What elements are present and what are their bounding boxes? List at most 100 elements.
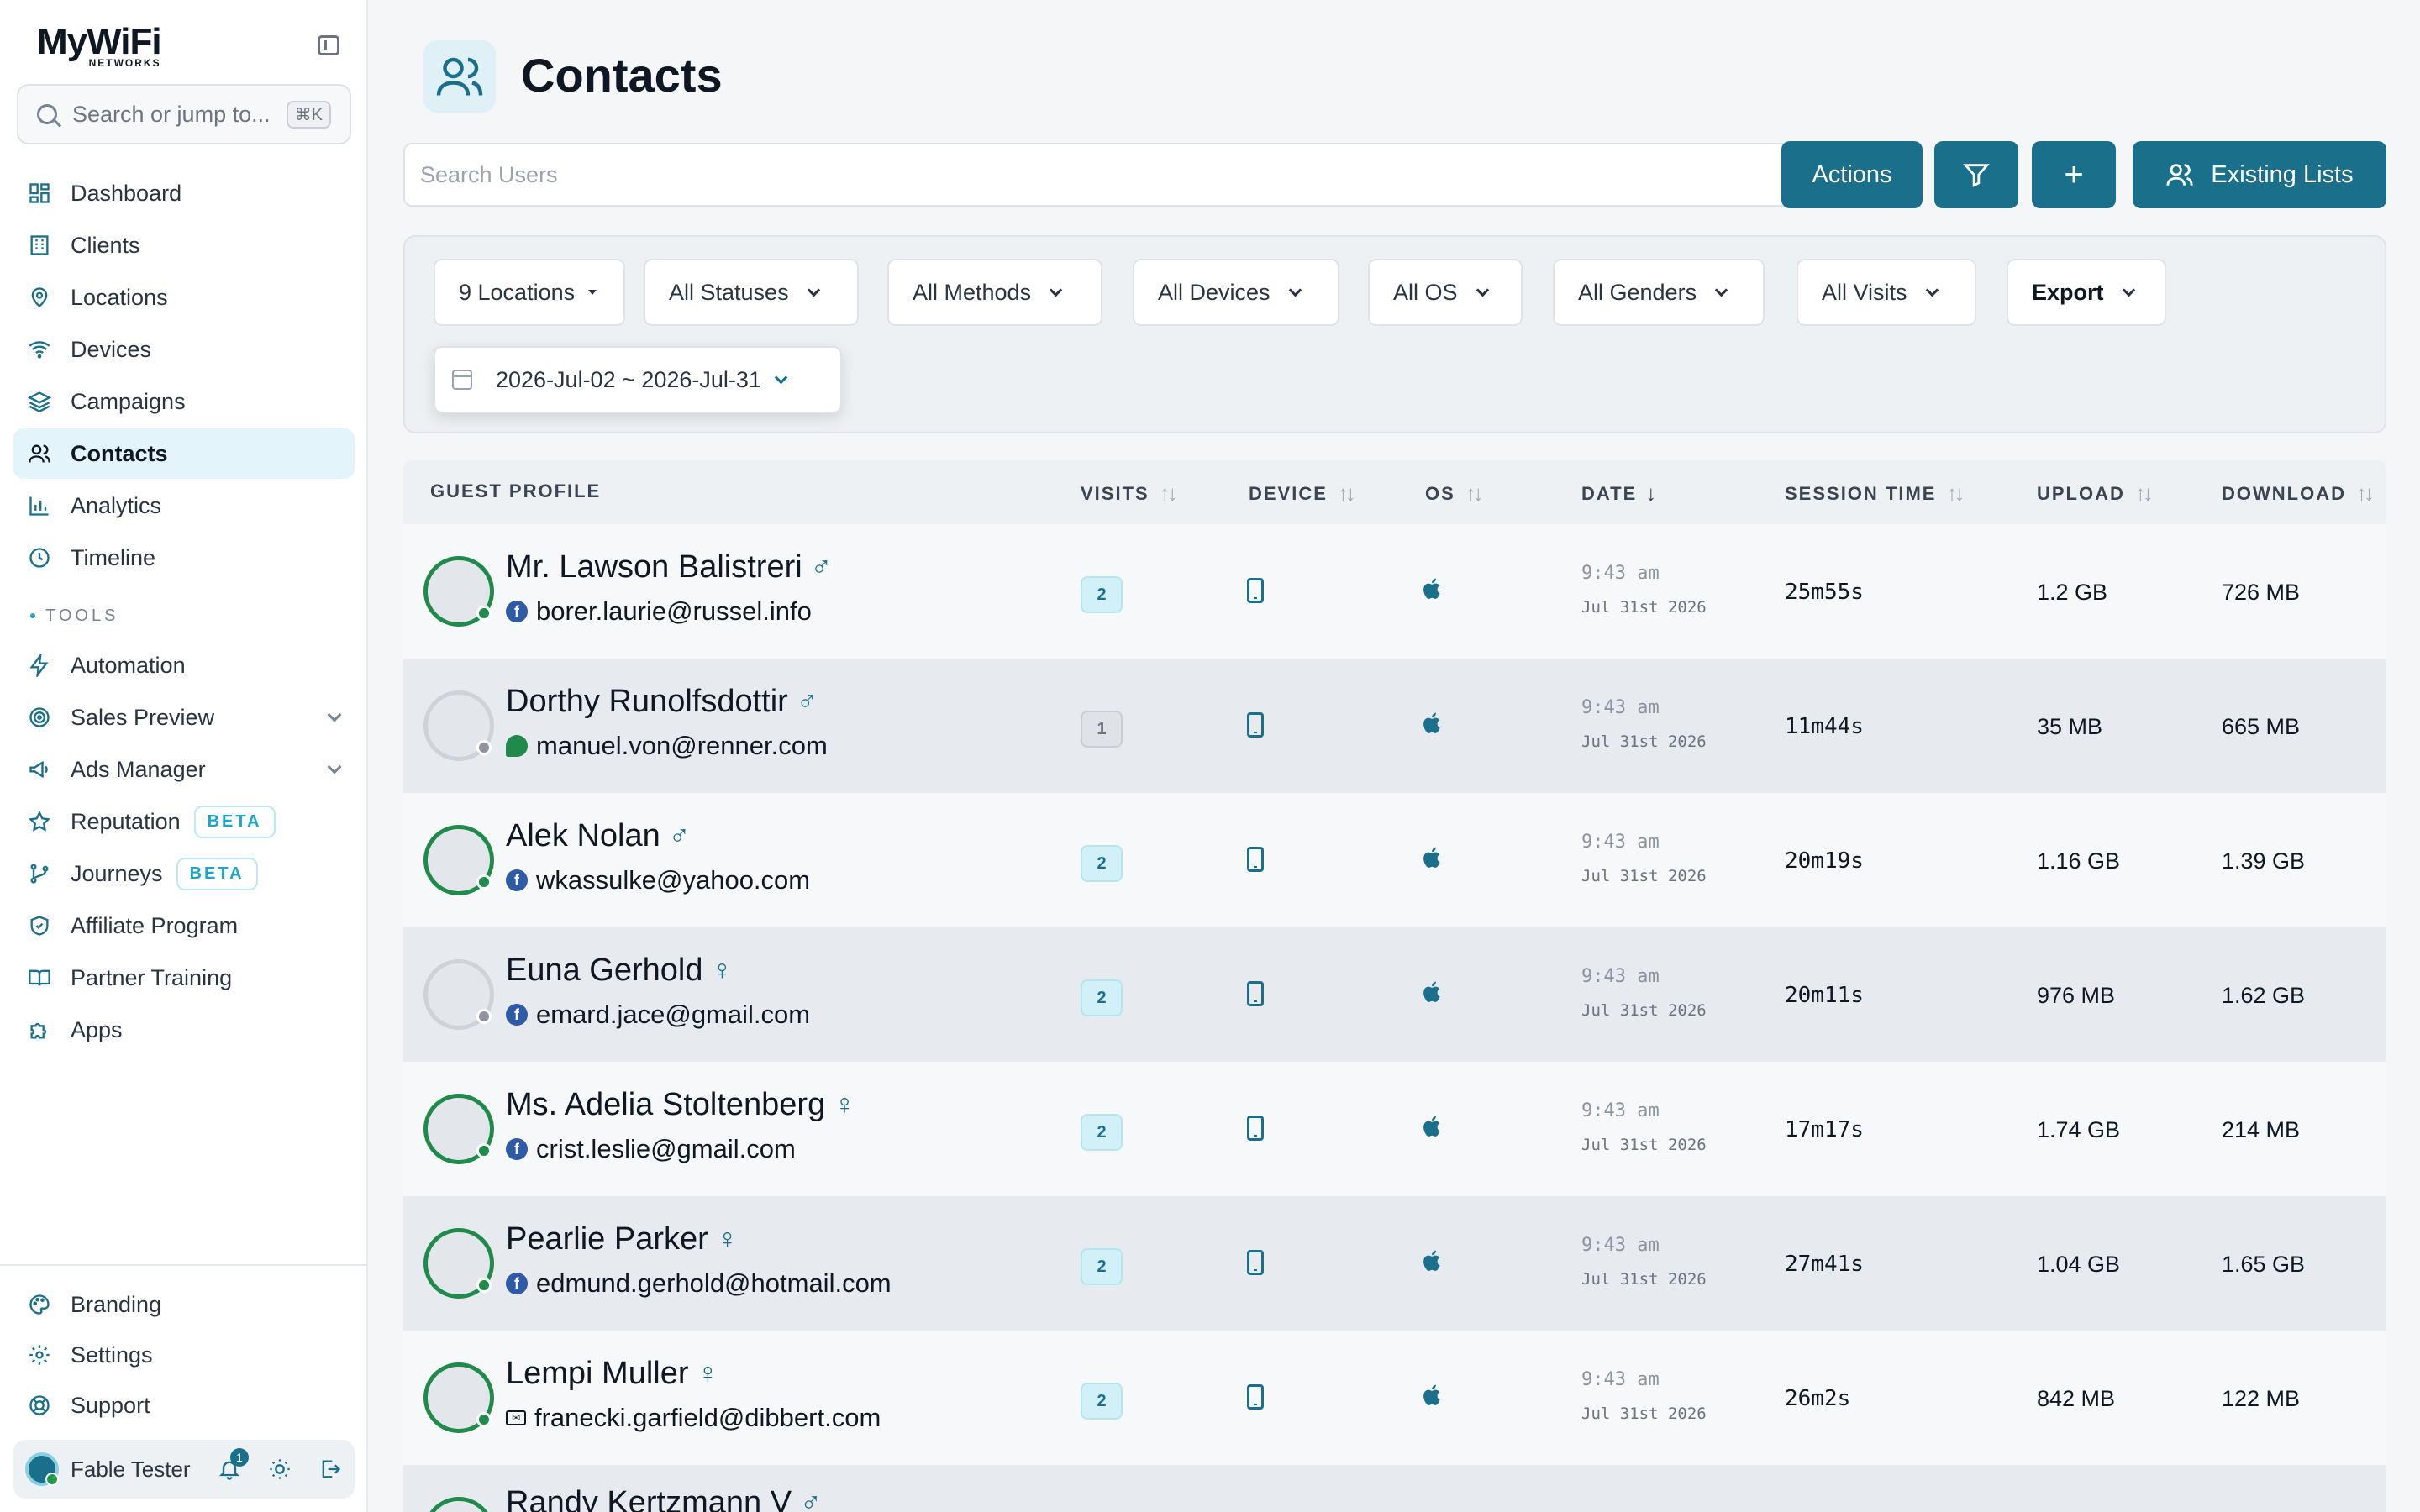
sidebar-item-contacts[interactable]: Contacts: [13, 428, 355, 479]
guest-name-text: Euna Gerhold: [506, 953, 703, 988]
guest-name[interactable]: Mr. Lawson Balistreri ♂: [506, 549, 832, 585]
guest-name[interactable]: Dorthy Runolfsdottir ♂: [506, 684, 818, 720]
sidebar-item-automation[interactable]: Automation: [13, 640, 355, 690]
sidebar-item-support[interactable]: Support: [13, 1381, 355, 1430]
chevron-down-icon[interactable]: [327, 707, 342, 722]
sidebar-item-label: Affiliate Program: [71, 912, 239, 938]
search-input[interactable]: [420, 161, 1833, 188]
table-row[interactable]: Mr. Lawson Balistreri ♂ f borer.laurie@rus…: [403, 524, 2386, 659]
statuses-select[interactable]: All Statuses: [644, 259, 859, 326]
visits-select[interactable]: All Visits: [1797, 259, 1976, 326]
sidebar-item-analytics[interactable]: Analytics: [13, 480, 355, 531]
table-row[interactable]: Randy Kertzmann V ♂: [403, 1465, 2386, 1512]
sun-icon[interactable]: [267, 1457, 292, 1482]
col-visits[interactable]: VISITS ↑↓: [1081, 480, 1178, 507]
export-select[interactable]: Export: [2007, 259, 2166, 326]
sort-icon[interactable]: ↑↓: [1465, 480, 1484, 507]
table-row[interactable]: Pearlie Parker ♀ f edmund.gerhold@hotmail.…: [403, 1196, 2386, 1331]
date-range-picker[interactable]: 2026-Jul-02 ~ 2026-Jul-31: [434, 346, 842, 413]
os-select[interactable]: All OS: [1368, 259, 1523, 326]
guest-name[interactable]: Lempi Muller ♀: [506, 1356, 718, 1392]
guest-name[interactable]: Randy Kertzmann V ♂: [506, 1485, 822, 1512]
upload-value: 842 MB: [2037, 1386, 2116, 1411]
bottom-nav: Branding Settings Support: [13, 1280, 355, 1431]
guest-name-text: Pearlie Parker: [506, 1221, 708, 1257]
chevron-down-icon[interactable]: [327, 759, 342, 774]
sidebar-item-settings[interactable]: Settings: [13, 1331, 355, 1379]
col-date[interactable]: DATE ↓: [1581, 480, 1658, 507]
table-row[interactable]: Dorthy Runolfsdottir ♂ manuel.von@renner.…: [403, 659, 2386, 793]
genders-select[interactable]: All Genders: [1553, 259, 1765, 326]
table-row[interactable]: Alek Nolan ♂ f wkassulke@yahoo.com 2 9:43 …: [403, 793, 2386, 927]
existing-lists-button[interactable]: Existing Lists: [2133, 141, 2386, 208]
locations-select[interactable]: 9 Locations: [434, 259, 625, 326]
guest-email-text: franecki.garfield@dibbert.com: [534, 1403, 881, 1432]
mobile-device-icon: [1247, 712, 1264, 738]
search-users-field[interactable]: [403, 143, 1850, 207]
genders-select-value: All Genders: [1578, 279, 1697, 305]
beta-badge: BETA: [176, 857, 258, 890]
facebook-icon: f: [506, 1004, 528, 1026]
table-row[interactable]: Euna Gerhold ♀ f emard.jace@gmail.com 2 9:…: [403, 927, 2386, 1062]
guest-name[interactable]: Pearlie Parker ♀: [506, 1221, 738, 1257]
sidebar-item-timeline[interactable]: Timeline: [13, 533, 355, 583]
visit-time: 9:43 am: [1581, 832, 1660, 853]
logout-icon[interactable]: [318, 1457, 343, 1482]
sort-desc-icon[interactable]: ↓: [1645, 480, 1658, 507]
sort-icon[interactable]: ↑↓: [2135, 480, 2154, 507]
calendar-icon: [452, 370, 472, 390]
methods-select[interactable]: All Methods: [887, 259, 1102, 326]
sidebar-item-devices[interactable]: Devices: [13, 324, 355, 375]
collapse-sidebar-icon[interactable]: [318, 35, 339, 55]
col-session-time[interactable]: SESSION TIME ↑↓: [1785, 480, 1965, 507]
guest-name[interactable]: Ms. Adelia Stoltenberg ♀: [506, 1087, 855, 1123]
sidebar-item-journeys[interactable]: Journeys BETA: [13, 848, 355, 899]
map-pin-icon: [27, 285, 52, 310]
sidebar-item-clients[interactable]: Clients: [13, 220, 355, 270]
avatar[interactable]: [25, 1452, 59, 1486]
col-os[interactable]: OS ↑↓: [1425, 480, 1484, 507]
clock-icon: [27, 545, 52, 570]
col-download[interactable]: DOWNLOAD ↑↓: [2222, 480, 2375, 507]
col-upload[interactable]: UPLOAD ↑↓: [2037, 480, 2154, 507]
sort-icon[interactable]: ↑↓: [1160, 480, 1178, 507]
table-row[interactable]: Ms. Adelia Stoltenberg ♀ f crist.leslie@gm…: [403, 1062, 2386, 1196]
devices-select[interactable]: All Devices: [1133, 259, 1339, 326]
apple-icon: [1423, 1384, 1440, 1405]
filter-icon: [1963, 164, 1990, 188]
guest-name[interactable]: Euna Gerhold ♀: [506, 953, 733, 989]
download-value: 1.62 GB: [2222, 983, 2306, 1008]
guest-name[interactable]: Alek Nolan ♂: [506, 818, 690, 854]
sidebar-search[interactable]: Search or jump to... ⌘K: [17, 84, 351, 144]
sort-icon[interactable]: ↑↓: [2356, 480, 2375, 507]
sidebar-item-reputation[interactable]: Reputation BETA: [13, 796, 355, 847]
sidebar-item-campaigns[interactable]: Campaigns: [13, 376, 355, 427]
download-value: 1.65 GB: [2222, 1252, 2306, 1277]
sort-icon[interactable]: ↑↓: [1946, 480, 1965, 507]
col-device[interactable]: DEVICE ↑↓: [1249, 480, 1356, 507]
sidebar-item-affiliate-program[interactable]: Affiliate Program: [13, 900, 355, 951]
palette-icon: [27, 1292, 52, 1317]
add-contact-button[interactable]: +: [2032, 141, 2116, 208]
sidebar-item-sales-preview[interactable]: Sales Preview: [13, 692, 355, 743]
actions-button[interactable]: Actions: [1781, 141, 1923, 208]
logo[interactable]: MyWiFi NETWORKS: [37, 21, 162, 70]
sidebar-item-dashboard[interactable]: Dashboard: [13, 168, 355, 218]
sidebar-item-locations[interactable]: Locations: [13, 272, 355, 323]
table-row[interactable]: Lempi Muller ♀ ✉ franecki.garfield@dibbert…: [403, 1331, 2386, 1465]
sort-icon[interactable]: ↑↓: [1338, 480, 1356, 507]
sidebar-item-branding[interactable]: Branding: [13, 1280, 355, 1329]
visit-date: Jul 31st 2026: [1581, 1136, 1707, 1154]
filter-button[interactable]: [1934, 141, 2018, 208]
users-icon: [2166, 164, 2193, 186]
sidebar-item-apps[interactable]: Apps: [13, 1005, 355, 1055]
chevron-down-icon: [1049, 283, 1063, 297]
sidebar-item-partner-training[interactable]: Partner Training: [13, 953, 355, 1003]
upload-value: 1.2 GB: [2037, 580, 2108, 605]
shortcut-hint: ⌘K: [286, 100, 331, 129]
chevron-down-icon: [1925, 283, 1939, 297]
logo-brand: MyWiFi: [37, 21, 162, 62]
session-time: 11m44s: [1785, 714, 1864, 739]
sidebar-item-ads-manager[interactable]: Ads Manager: [13, 744, 355, 795]
bell-icon[interactable]: 1: [217, 1448, 249, 1482]
